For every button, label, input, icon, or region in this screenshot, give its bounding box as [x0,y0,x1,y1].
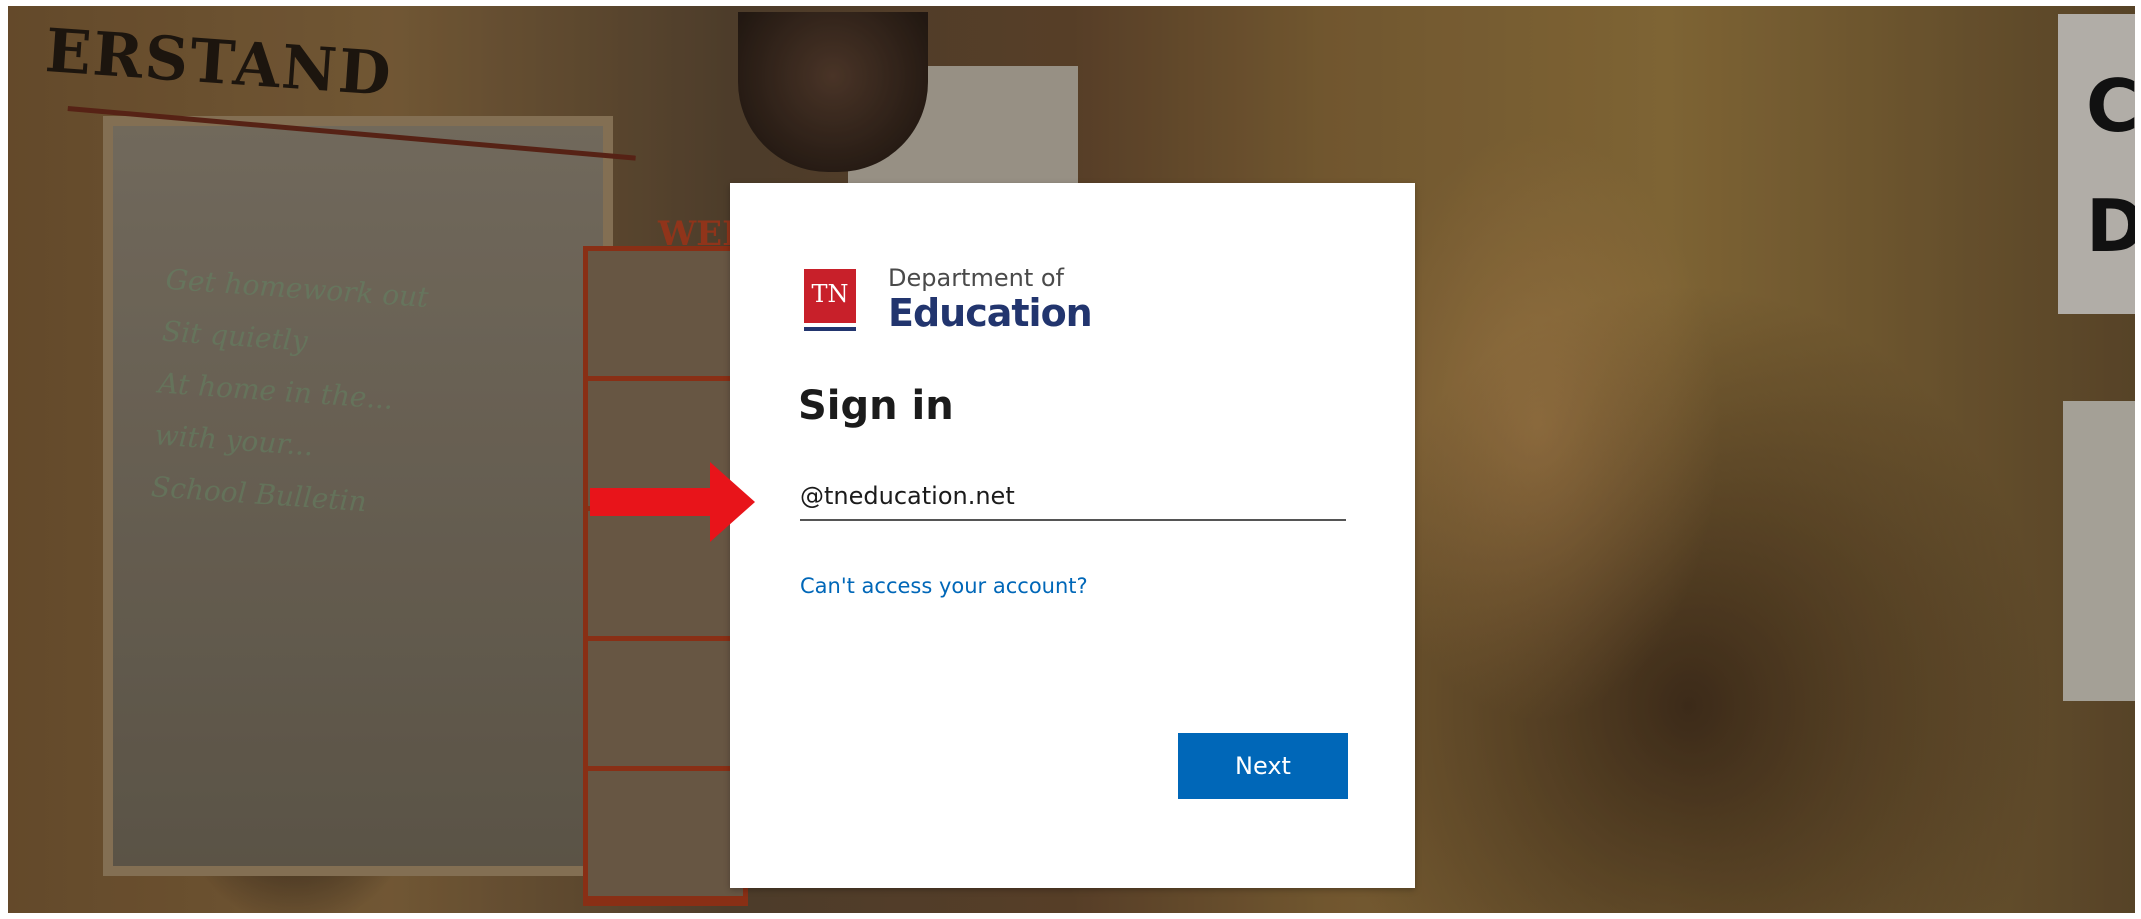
email-field[interactable] [800,473,1346,521]
screen: Get homework out Sit quietly At home in … [0,0,2141,919]
logo-department-text: Department of [888,264,1064,292]
red-arrow-icon [590,462,755,542]
logo-text: Department of Education [888,263,1093,335]
tn-education-logo: TN Department of Education [804,264,1093,333]
tn-badge-icon: TN [804,269,856,331]
page-title: Sign in [798,383,954,429]
cant-access-account-link[interactable]: Can't access your account? [800,574,1088,598]
next-button[interactable]: Next [1178,733,1348,799]
logo-education-text: Education [888,291,1093,335]
signin-card: TN Department of Education Sign in Can't… [730,183,1415,888]
